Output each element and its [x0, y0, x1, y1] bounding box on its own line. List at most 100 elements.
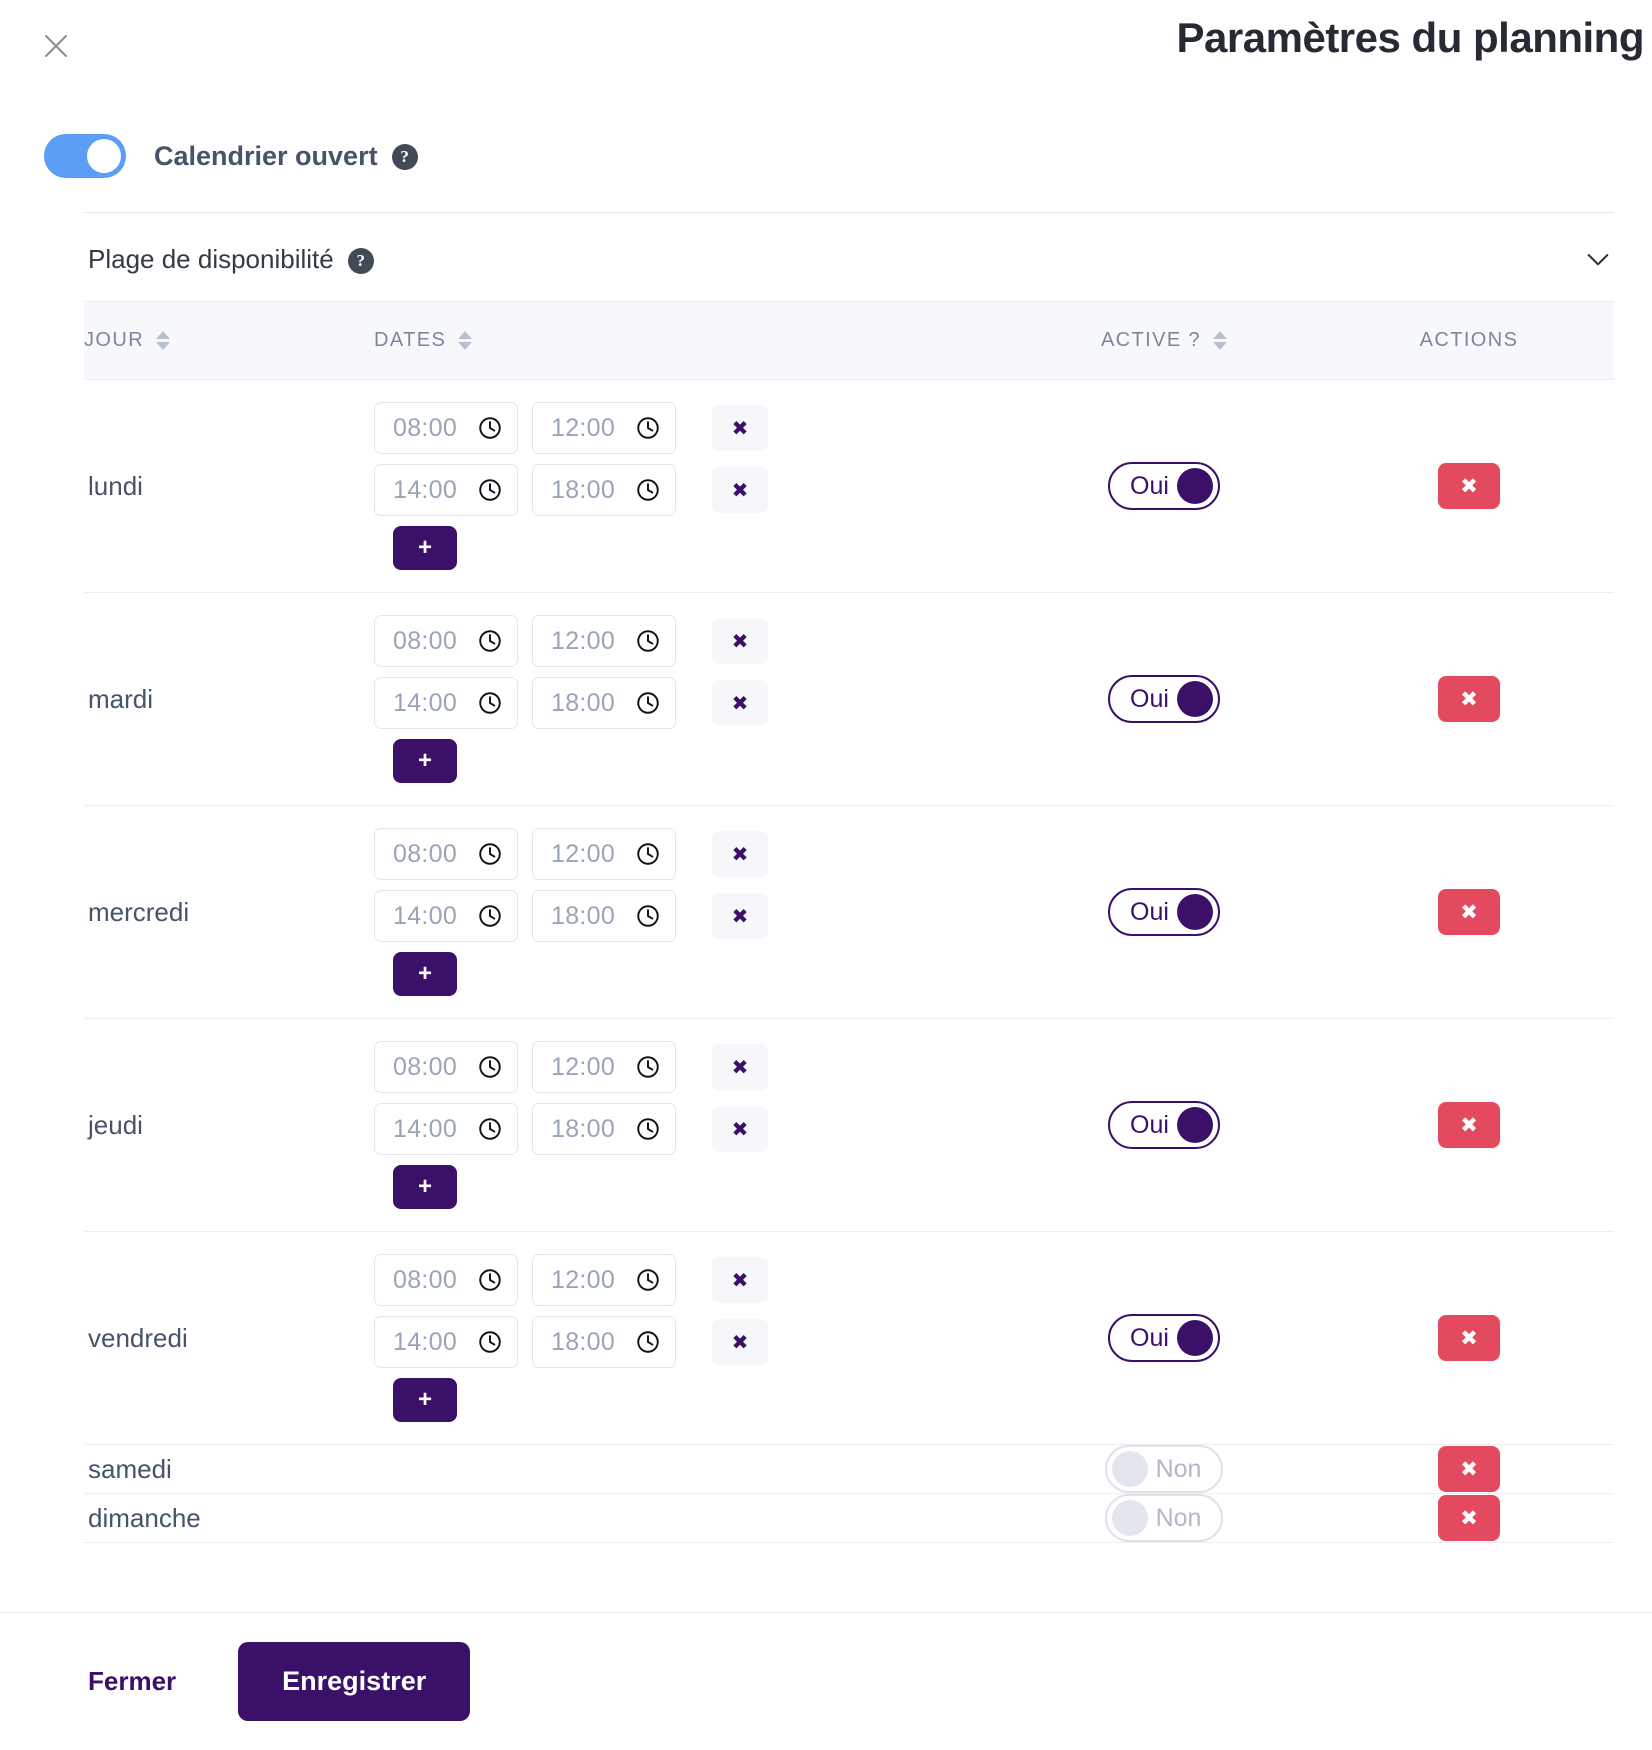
- start-time-input[interactable]: 14:00: [374, 1316, 518, 1368]
- delete-row-button[interactable]: ✖: [1438, 1495, 1500, 1541]
- slots-cell: 08:00 12:00 ✖ 14:00 18:00 ✖ +: [374, 1018, 1004, 1232]
- toggle-knob: [1111, 1500, 1148, 1536]
- end-time-input[interactable]: 18:00: [532, 464, 676, 516]
- column-header-dates[interactable]: DATES: [374, 301, 1004, 380]
- slots-cell: [374, 1493, 1004, 1543]
- remove-slot-button[interactable]: ✖: [712, 1044, 768, 1090]
- clock-icon: [635, 903, 661, 929]
- active-toggle[interactable]: Oui: [1108, 1101, 1220, 1149]
- day-cell: dimanche: [84, 1493, 374, 1543]
- start-time-input[interactable]: 08:00: [374, 402, 518, 454]
- active-cell: Non: [1004, 1444, 1324, 1494]
- time-slot-row: 14:00 18:00 ✖: [374, 1103, 1004, 1155]
- end-time-input[interactable]: 18:00: [532, 1103, 676, 1155]
- start-time-value: 08:00: [393, 626, 458, 655]
- remove-slot-button[interactable]: ✖: [712, 405, 768, 451]
- table-row: samedi Non ✖: [84, 1444, 1614, 1494]
- delete-row-button[interactable]: ✖: [1438, 1315, 1500, 1361]
- remove-slot-button[interactable]: ✖: [712, 680, 768, 726]
- actions-cell: ✖: [1324, 1018, 1614, 1232]
- column-header-active[interactable]: ACTIVE ?: [1004, 301, 1324, 380]
- time-slot-row: 08:00 12:00 ✖: [374, 402, 1004, 454]
- column-header-jour[interactable]: JOUR: [84, 301, 374, 380]
- clock-icon: [635, 1267, 661, 1293]
- start-time-input[interactable]: 08:00: [374, 615, 518, 667]
- delete-row-button[interactable]: ✖: [1438, 463, 1500, 509]
- end-time-input[interactable]: 18:00: [532, 890, 676, 942]
- remove-slot-button[interactable]: ✖: [712, 1106, 768, 1152]
- start-time-input[interactable]: 14:00: [374, 677, 518, 729]
- add-slot-button[interactable]: +: [393, 739, 457, 783]
- start-time-input[interactable]: 08:00: [374, 1254, 518, 1306]
- sort-icon[interactable]: [458, 331, 473, 350]
- remove-slot-button[interactable]: ✖: [712, 1319, 768, 1365]
- add-slot-button[interactable]: +: [393, 526, 457, 570]
- start-time-input[interactable]: 14:00: [374, 1103, 518, 1155]
- clock-icon: [477, 477, 503, 503]
- calendar-open-toggle[interactable]: [44, 134, 126, 178]
- start-time-input[interactable]: 14:00: [374, 890, 518, 942]
- slots-cell: 08:00 12:00 ✖ 14:00 18:00 ✖ +: [374, 805, 1004, 1019]
- help-icon[interactable]: ?: [391, 144, 418, 171]
- start-time-input[interactable]: 08:00: [374, 1041, 518, 1093]
- actions-cell: ✖: [1324, 592, 1614, 806]
- start-time-value: 08:00: [393, 1265, 458, 1294]
- end-time-input[interactable]: 18:00: [532, 677, 676, 729]
- remove-slot-button[interactable]: ✖: [712, 893, 768, 939]
- delete-row-button[interactable]: ✖: [1438, 676, 1500, 722]
- toggle-knob: [87, 139, 121, 173]
- end-time-input[interactable]: 18:00: [532, 1316, 676, 1368]
- slots-cell: 08:00 12:00 ✖ 14:00 18:00 ✖ +: [374, 379, 1004, 593]
- delete-row-button[interactable]: ✖: [1438, 1102, 1500, 1148]
- clock-icon: [635, 477, 661, 503]
- end-time-value: 18:00: [551, 1327, 616, 1356]
- active-toggle-label: Non: [1155, 1503, 1202, 1532]
- chevron-down-icon[interactable]: [1582, 243, 1614, 275]
- active-cell: Oui: [1004, 379, 1324, 593]
- active-toggle[interactable]: Oui: [1108, 462, 1220, 510]
- end-time-input[interactable]: 12:00: [532, 1254, 676, 1306]
- remove-slot-button[interactable]: ✖: [712, 1257, 768, 1303]
- close-button[interactable]: Fermer: [84, 1654, 180, 1709]
- table-row: jeudi 08:00 12:00 ✖ 14:00 18:00 ✖ + Oui ✖: [84, 1018, 1614, 1232]
- active-toggle[interactable]: Non: [1104, 1494, 1224, 1542]
- availability-section-header: Plage de disponibilité?: [0, 213, 1652, 301]
- delete-row-button[interactable]: ✖: [1438, 1446, 1500, 1492]
- help-icon[interactable]: ?: [347, 247, 374, 274]
- add-slot-button[interactable]: +: [393, 1378, 457, 1422]
- day-cell: vendredi: [84, 1231, 374, 1445]
- active-toggle[interactable]: Oui: [1108, 675, 1220, 723]
- start-time-input[interactable]: 14:00: [374, 464, 518, 516]
- slots-cell: 08:00 12:00 ✖ 14:00 18:00 ✖ +: [374, 592, 1004, 806]
- end-time-input[interactable]: 12:00: [532, 1041, 676, 1093]
- active-cell: Oui: [1004, 592, 1324, 806]
- active-cell: Non: [1004, 1493, 1324, 1543]
- end-time-input[interactable]: 12:00: [532, 828, 676, 880]
- active-toggle-label: Oui: [1130, 897, 1169, 926]
- remove-slot-button[interactable]: ✖: [712, 831, 768, 877]
- start-time-input[interactable]: 08:00: [374, 828, 518, 880]
- day-label: samedi: [88, 1453, 172, 1484]
- close-icon[interactable]: [38, 28, 74, 64]
- end-time-value: 12:00: [551, 1052, 616, 1081]
- add-slot-button[interactable]: +: [393, 952, 457, 996]
- delete-row-button[interactable]: ✖: [1438, 889, 1500, 935]
- remove-slot-button[interactable]: ✖: [712, 618, 768, 664]
- clock-icon: [477, 1054, 503, 1080]
- end-time-value: 12:00: [551, 839, 616, 868]
- active-toggle[interactable]: Non: [1104, 1445, 1224, 1493]
- add-slot-button[interactable]: +: [393, 1165, 457, 1209]
- end-time-input[interactable]: 12:00: [532, 615, 676, 667]
- save-button[interactable]: Enregistrer: [238, 1642, 471, 1721]
- active-toggle[interactable]: Oui: [1108, 1314, 1220, 1362]
- end-time-input[interactable]: 12:00: [532, 402, 676, 454]
- sort-icon[interactable]: [156, 331, 171, 350]
- slots-cell: [374, 1444, 1004, 1494]
- active-toggle-label: Oui: [1130, 684, 1169, 713]
- sort-icon[interactable]: [1213, 331, 1228, 350]
- remove-slot-button[interactable]: ✖: [712, 467, 768, 513]
- start-time-value: 14:00: [393, 1327, 458, 1356]
- clock-icon: [477, 415, 503, 441]
- clock-icon: [635, 628, 661, 654]
- active-toggle[interactable]: Oui: [1108, 888, 1220, 936]
